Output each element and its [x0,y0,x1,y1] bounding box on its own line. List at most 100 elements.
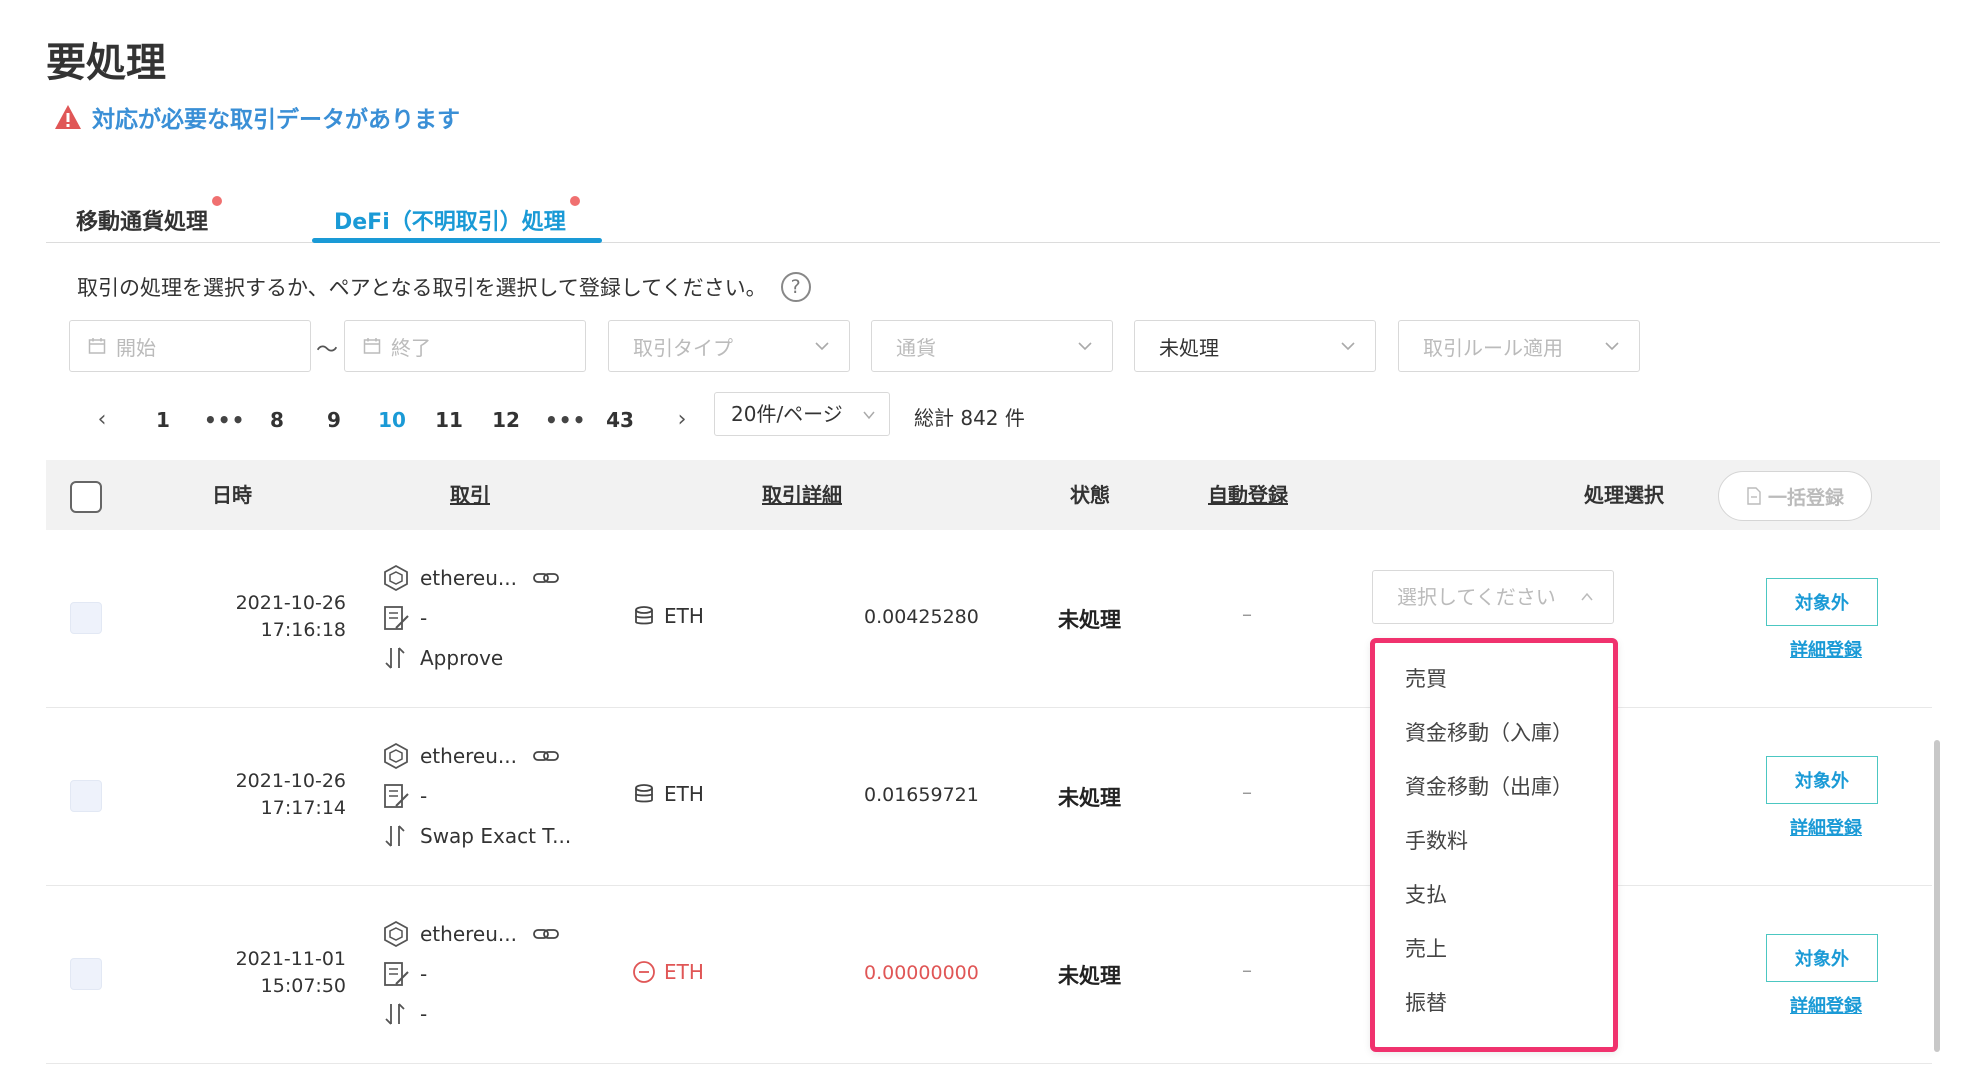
start-date-input[interactable]: 開始 [69,320,311,372]
method-text: - [420,1002,428,1026]
page-button-current[interactable]: 10 [372,400,412,440]
chevron-down-icon [1078,342,1092,351]
warning-icon [55,105,81,129]
dropdown-option[interactable]: 売上 [1405,933,1447,963]
memo-icon [384,962,409,986]
row-currency: ETH [632,960,704,984]
vertical-scrollbar[interactable] [1934,740,1940,1052]
dropdown-option[interactable]: 振替 [1405,987,1447,1017]
coins-icon [635,784,653,803]
row-datetime: 2021-10-26 17:17:14 [166,768,346,822]
page-button[interactable]: 11 [429,400,469,440]
dropdown-option[interactable]: 支払 [1405,879,1447,909]
row-checkbox[interactable] [70,958,102,990]
dropdown-option[interactable]: 手数料 [1405,825,1468,855]
memo-icon [384,606,409,630]
row-transaction: ethereu... - Approve [382,558,559,678]
table-row: 2021-10-26 17:16:18 ethereu... - Approve… [46,530,1932,708]
blockchain-icon [384,564,408,592]
page-button[interactable]: 12 [486,400,526,440]
chevron-down-icon [863,411,875,420]
detail-register-link[interactable]: 詳細登録 [1790,814,1862,840]
row-amount: 0.01659721 [864,784,979,806]
header-auto-register[interactable]: 自動登録 [1208,460,1288,530]
select-all-checkbox[interactable] [70,481,102,513]
currency-text: ETH [664,960,704,984]
bulk-register-button[interactable]: 一括登録 [1718,471,1872,521]
exclude-button[interactable]: 対象外 [1766,756,1878,804]
chain-name: ethereu... [420,566,517,590]
row-date: 2021-10-26 [235,770,346,792]
active-tab-indicator [312,238,602,243]
method-text: Approve [420,646,504,670]
notification-dot [212,196,223,206]
row-checkbox[interactable] [70,780,102,812]
dropdown-option[interactable]: 売買 [1405,663,1447,693]
help-icon[interactable]: ? [780,272,811,302]
row-transaction: ethereu... - Swap Exact T... [382,736,571,856]
tx-type-placeholder: 取引タイプ [633,335,733,360]
page-button[interactable]: 8 [262,400,292,440]
row-status: 未処理 [1058,608,1121,632]
row-amount: 0.00000000 [864,962,979,984]
dropdown-option[interactable]: 資金移動（出庫） [1405,771,1573,801]
link-icon[interactable] [533,569,559,587]
chevron-down-icon [1605,342,1619,351]
header-process-select: 処理選択 [1584,483,1664,507]
header-status: 状態 [1070,483,1110,507]
currency-text: ETH [664,782,704,806]
row-date: 2021-10-26 [235,592,346,614]
page-ellipsis[interactable]: ••• [204,400,244,440]
detail-register-link[interactable]: 詳細登録 [1790,992,1862,1018]
page-size-select[interactable]: 20件/ページ [714,392,890,436]
memo-text: - [420,962,428,986]
process-select[interactable]: 選択してください [1372,570,1614,624]
currency-select[interactable]: 通貨 [871,320,1113,372]
link-icon[interactable] [533,747,559,765]
exclude-button[interactable]: 対象外 [1766,934,1878,982]
chevron-down-icon [815,342,829,351]
table-row: 2021-10-26 17:17:14 ethereu... - Swap Ex… [46,708,1932,886]
alert-message: 対応が必要な取引データがあります [54,100,460,134]
transfer-arrows-icon [385,647,405,669]
rule-select[interactable]: 取引ルール適用 [1398,320,1640,372]
page-button[interactable]: 43 [600,400,640,440]
instruction: 取引の処理を選択するか、ペアとなる取引を選択して登録してください。 ? [77,272,811,302]
row-date: 2021-11-01 [235,948,346,970]
tx-type-select[interactable]: 取引タイプ [608,320,850,372]
page-button[interactable]: 1 [148,400,178,440]
tab-label: DeFi（不明取引）処理 [334,210,566,235]
status-select[interactable]: 未処理 [1134,320,1376,372]
calendar-icon [88,338,106,354]
row-checkbox[interactable] [70,602,102,634]
page-size-value: 20件/ページ [731,402,843,426]
date-range-separator: 〜 [316,338,339,363]
calendar-icon [363,338,381,354]
coins-icon [635,606,653,625]
end-date-input[interactable]: 終了 [344,320,586,372]
row-time: 17:17:14 [260,797,346,819]
page-button[interactable]: 9 [319,400,349,440]
header-transaction[interactable]: 取引 [450,460,490,530]
row-transaction: ethereu... - - [382,914,559,1034]
document-icon [1747,487,1761,505]
process-select-placeholder: 選択してください [1397,585,1556,609]
tab-label: 移動通貨処理 [76,210,209,235]
total-count: 総計 842 件 [914,406,1025,430]
prev-page-button[interactable]: ‹ [90,400,114,440]
currency-placeholder: 通貨 [896,335,936,360]
next-page-button[interactable]: › [670,400,694,440]
header-details[interactable]: 取引詳細 [762,460,842,530]
row-time: 15:07:50 [260,975,346,997]
row-auto-register: – [1242,958,1252,982]
detail-register-link[interactable]: 詳細登録 [1790,636,1862,662]
row-datetime: 2021-10-26 17:16:18 [166,590,346,644]
chain-name: ethereu... [420,922,517,946]
page-ellipsis[interactable]: ••• [545,400,585,440]
tab-defi[interactable]: DeFi（不明取引）処理 [334,196,580,236]
dropdown-option[interactable]: 資金移動（入庫） [1405,717,1573,747]
minus-circle-icon [633,961,655,983]
link-icon[interactable] [533,925,559,943]
tab-transfer-currency[interactable]: 移動通貨処理 [76,196,223,236]
exclude-button[interactable]: 対象外 [1766,578,1878,626]
